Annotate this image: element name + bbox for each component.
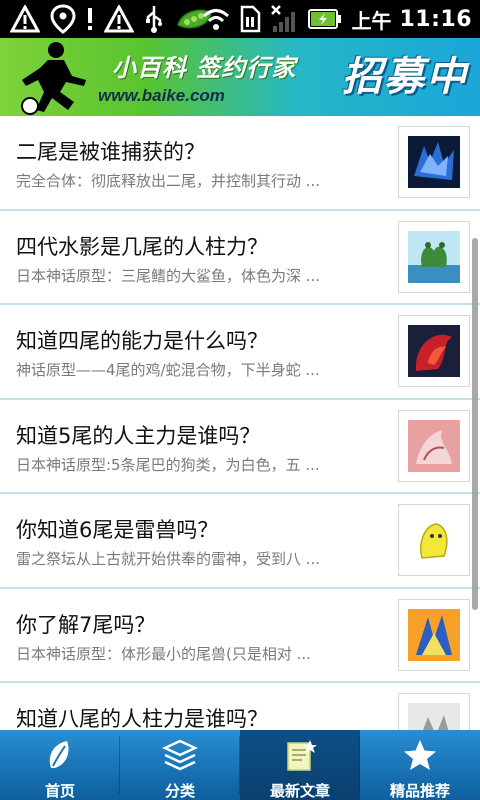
article-title: 你了解7尾吗？ xyxy=(16,612,156,637)
sim-icon xyxy=(239,4,261,34)
location-icon xyxy=(50,4,76,34)
list-item[interactable]: 你知道6尾是雷兽吗？ 雷之祭坛从上古就开始供奉的雷神，受到八 ... xyxy=(0,494,480,589)
banner-url: www.baike.com xyxy=(98,86,225,105)
article-thumbnail xyxy=(398,126,470,198)
list-scrollbar[interactable] xyxy=(472,238,478,610)
article-title: 你知道6尾是雷兽吗？ xyxy=(16,518,219,542)
tab-home[interactable]: 首页 xyxy=(0,730,120,800)
status-bar: 上午 11:16 xyxy=(0,0,480,38)
signal-icon xyxy=(269,4,299,34)
article-list[interactable]: 二尾是被谁捕获的？ 完全合体：彻底释放出二尾，并控制其行动 ... 四代水影是几… xyxy=(0,116,480,730)
article-title: 知道四尾的能力是什么吗？ xyxy=(16,329,268,353)
time-ampm: 上午 xyxy=(351,8,392,33)
article-title: 知道八尾的人柱力是谁吗？ xyxy=(16,707,268,730)
warning-icon xyxy=(10,4,40,34)
banner-slogan: 小百科 签约行家 xyxy=(112,54,297,82)
article-title: 四代水影是几尾的人柱力？ xyxy=(16,234,268,259)
system-icons: 上午 11:16 xyxy=(201,3,472,35)
article-summary: 日本神话原型：三尾鳍的大鲨鱼，体色为深 ... xyxy=(16,266,321,285)
tab-label: 分类 xyxy=(164,782,195,800)
article-summary: 雷之祭坛从上古就开始供奉的雷神，受到八 ... xyxy=(16,550,321,568)
list-item[interactable]: 知道四尾的能力是什么吗？ 神话原型——4尾的鸡/蛇混合物，下半身蛇 ... xyxy=(0,305,480,400)
tab-category[interactable]: 分类 xyxy=(120,730,240,800)
bottom-tab-bar: 首页 分类 最新文章 精品推荐 xyxy=(0,730,480,800)
leaf-icon xyxy=(43,738,77,776)
new-document-icon xyxy=(283,738,317,776)
list-item[interactable]: 四代水影是几尾的人柱力？ 日本神话原型：三尾鳍的大鲨鱼，体色为深 ... xyxy=(0,211,480,305)
list-item[interactable]: 二尾是被谁捕获的？ 完全合体：彻底释放出二尾，并控制其行动 ... xyxy=(0,116,480,211)
exclamation-icon xyxy=(86,4,94,34)
tab-label: 首页 xyxy=(44,782,75,800)
article-thumbnail xyxy=(398,598,470,671)
article-thumbnail xyxy=(398,409,470,482)
star-icon xyxy=(402,738,438,776)
article-thumbnail xyxy=(398,220,470,293)
article-summary: 神话原型——4尾的鸡/蛇混合物，下半身蛇 ... xyxy=(16,361,320,379)
article-title: 二尾是被谁捕获的？ xyxy=(16,140,205,164)
runner-silhouette-icon xyxy=(2,40,102,116)
wifi-icon xyxy=(201,4,231,34)
article-summary: 日本神话原型：体形最小的尾兽(只是相对 ... xyxy=(16,644,311,663)
list-item[interactable]: 知道八尾的人柱力是谁吗？ xyxy=(0,683,480,730)
article-summary: 完全合体：彻底释放出二尾，并控制其行动 ... xyxy=(16,172,321,190)
tab-featured[interactable]: 精品推荐 xyxy=(360,730,480,800)
warning-icon xyxy=(104,4,134,34)
tab-latest-articles[interactable]: 最新文章 xyxy=(240,730,360,800)
article-title: 知道5尾的人主力是谁吗？ xyxy=(16,423,261,448)
banner-recruit: 招募中 xyxy=(342,54,468,100)
battery-charging-icon xyxy=(307,4,343,34)
article-summary: 日本神话原型:5条尾巴的狗类，为白色，五 ... xyxy=(16,455,320,474)
tab-label: 精品推荐 xyxy=(389,782,450,800)
article-thumbnail xyxy=(398,504,470,576)
ad-banner[interactable]: 小百科 签约行家 www.baike.com 招募中 xyxy=(0,38,480,116)
usb-icon xyxy=(144,4,164,34)
list-item[interactable]: 你了解7尾吗？ 日本神话原型：体形最小的尾兽(只是相对 ... xyxy=(0,589,480,683)
list-item[interactable]: 知道5尾的人主力是谁吗？ 日本神话原型:5条尾巴的狗类，为白色，五 ... xyxy=(0,400,480,494)
article-thumbnail xyxy=(398,693,470,730)
notification-icons xyxy=(10,3,214,35)
layers-icon xyxy=(162,738,198,776)
clock: 11:16 xyxy=(399,6,472,32)
article-thumbnail xyxy=(398,315,470,387)
tab-label: 最新文章 xyxy=(269,782,330,800)
